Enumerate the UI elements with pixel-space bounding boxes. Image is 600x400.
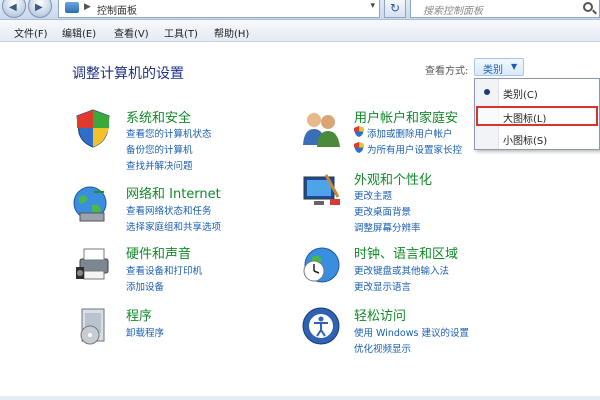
- search-placeholder: 搜索控制面板: [423, 6, 483, 17]
- ease-of-access-icon[interactable]: [300, 305, 342, 347]
- link-keyboard-input[interactable]: 更改键盘或其他输入法: [354, 263, 449, 277]
- menu-file[interactable]: 文件(F): [14, 25, 48, 40]
- category-appearance[interactable]: 外观和个性化: [354, 169, 432, 188]
- forward-button[interactable]: ▶: [28, 0, 52, 18]
- view-by-label: 查看方式:: [425, 66, 469, 77]
- menu-bar: 文件(F) 编辑(E) 查看(V) 工具(T) 帮助(H): [0, 20, 600, 42]
- link-add-device[interactable]: 添加设备: [126, 279, 164, 293]
- link-windows-recommended-settings[interactable]: 使用 Windows 建议的设置: [354, 325, 469, 339]
- refresh-button[interactable]: ↻: [384, 0, 406, 18]
- menu-option-category[interactable]: 类别(C): [503, 86, 538, 101]
- link-display-language[interactable]: 更改显示语言: [354, 279, 411, 293]
- link-homegroup-sharing[interactable]: 选择家庭组和共享选项: [126, 219, 221, 233]
- category-programs[interactable]: 程序: [126, 305, 152, 324]
- back-button[interactable]: ◀: [2, 0, 26, 18]
- breadcrumb-separator-icon: ▶: [84, 2, 91, 12]
- link-troubleshoot[interactable]: 查找并解决问题: [126, 158, 193, 172]
- menu-option-large-icons[interactable]: 大图标(L): [503, 110, 546, 125]
- forward-arrow-icon: ▶: [35, 2, 43, 13]
- programs-icon[interactable]: [72, 305, 114, 347]
- category-user-accounts[interactable]: 用户帐户和家庭安: [354, 107, 458, 126]
- system-security-shield-icon[interactable]: [72, 107, 114, 149]
- refresh-icon: ↻: [389, 1, 401, 15]
- link-devices-printers[interactable]: 查看设备和打印机: [126, 263, 202, 277]
- address-dropdown-icon[interactable]: ▾: [370, 1, 375, 11]
- category-system-security[interactable]: 系统和安全: [126, 107, 191, 126]
- category-ease-of-access[interactable]: 轻松访问: [354, 305, 406, 324]
- menu-tools[interactable]: 工具(T): [164, 25, 198, 40]
- view-by-dropdown[interactable]: 类别 ▼: [474, 58, 524, 76]
- page-title: 调整计算机的设置: [72, 66, 184, 82]
- uac-shield-icon: [354, 142, 364, 153]
- category-network-internet[interactable]: 网络和 Internet: [126, 183, 221, 202]
- address-bar-region: ◀ ▶ ▶ 控制面板 ▾ ↻ 搜索控制面板: [0, 0, 600, 20]
- back-arrow-icon: ◀: [9, 2, 17, 13]
- network-globe-icon[interactable]: [70, 183, 112, 225]
- link-screen-resolution[interactable]: 调整屏幕分辨率: [354, 220, 421, 234]
- clock-globe-icon[interactable]: [300, 243, 342, 285]
- category-hardware-sound[interactable]: 硬件和声音: [126, 243, 191, 262]
- uac-shield-icon: [354, 126, 364, 137]
- appearance-monitor-icon[interactable]: [300, 171, 342, 213]
- search-input[interactable]: 搜索控制面板: [410, 0, 600, 18]
- search-icon[interactable]: [583, 2, 593, 12]
- link-uninstall-program[interactable]: 卸载程序: [126, 325, 164, 339]
- breadcrumb[interactable]: 控制面板: [97, 2, 137, 17]
- chevron-down-icon: ▼: [511, 62, 518, 71]
- category-clock-language-region[interactable]: 时钟、语言和区域: [354, 243, 458, 262]
- menu-option-small-icons[interactable]: 小图标(S): [503, 132, 547, 147]
- control-panel-icon: [65, 2, 79, 13]
- link-network-status[interactable]: 查看网络状态和任务: [126, 203, 212, 217]
- view-by-menu: 类别(C) 大图标(L) 小图标(S): [474, 78, 600, 150]
- link-desktop-background[interactable]: 更改桌面背景: [354, 204, 411, 218]
- link-add-remove-users[interactable]: 添加或删除用户帐户: [367, 126, 453, 140]
- link-backup-computer[interactable]: 备份您的计算机: [126, 142, 193, 156]
- content-area: 调整计算机的设置 查看方式: 类别 ▼ 系统和安全 查看您的计算机状态 备份您的…: [0, 43, 600, 400]
- view-by-value: 类别: [483, 65, 503, 76]
- selected-bullet-icon: [484, 89, 490, 95]
- menu-view[interactable]: 查看(V): [114, 25, 149, 40]
- user-accounts-icon[interactable]: [300, 107, 342, 149]
- link-parental-controls[interactable]: 为所有用户设置家长控: [367, 142, 462, 156]
- menu-edit[interactable]: 编辑(E): [62, 25, 96, 40]
- window-bottom-edge: [0, 396, 600, 400]
- link-change-theme[interactable]: 更改主题: [354, 188, 392, 202]
- printer-icon[interactable]: [72, 243, 114, 285]
- link-view-computer-status[interactable]: 查看您的计算机状态: [126, 126, 212, 140]
- link-optimize-video[interactable]: 优化视频显示: [354, 341, 411, 355]
- menu-help[interactable]: 帮助(H): [214, 25, 249, 40]
- address-field[interactable]: ▶ 控制面板 ▾: [58, 0, 380, 18]
